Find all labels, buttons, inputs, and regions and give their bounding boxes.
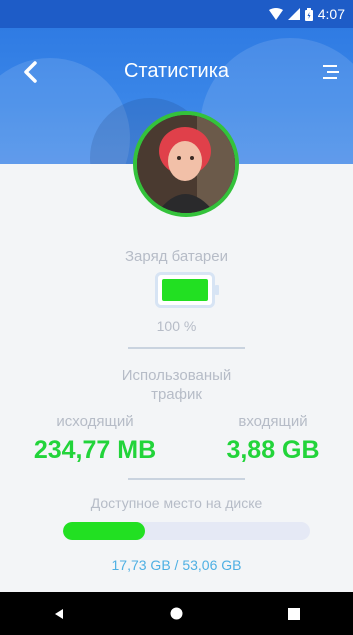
square-recents-icon (288, 607, 301, 620)
outgoing-traffic: исходящий 234,77 MB (30, 413, 160, 465)
divider (128, 478, 245, 480)
battery-indicator (155, 272, 219, 308)
incoming-label: входящий (238, 413, 308, 430)
status-bar: 4:07 (0, 0, 353, 28)
battery-nub (215, 285, 219, 295)
traffic-label: Использованый трафик (121, 367, 232, 403)
nav-recents-button[interactable] (274, 594, 314, 634)
battery-percent: 100 % (156, 318, 197, 334)
divider (128, 347, 245, 349)
nav-home-button[interactable] (156, 594, 196, 634)
disk-label: Доступное место на диске (90, 495, 263, 511)
menu-button[interactable] (319, 60, 343, 84)
incoming-value: 3,88 GB (226, 436, 320, 464)
menu-icon (323, 65, 339, 79)
page-title: Статистика (123, 60, 230, 82)
disk-progress-bar (63, 522, 310, 540)
battery-fill (162, 279, 208, 301)
triangle-back-icon (54, 608, 63, 619)
circle-home-icon (170, 607, 183, 620)
nav-back-button[interactable] (39, 594, 79, 634)
signal-icon (287, 8, 300, 20)
outgoing-value: 234,77 MB (33, 436, 157, 464)
status-icons: 4:07 (268, 6, 345, 22)
status-time: 4:07 (317, 6, 345, 22)
wifi-icon (268, 8, 283, 20)
incoming-traffic: входящий 3,88 GB (212, 413, 334, 465)
battery-status-icon (304, 7, 313, 21)
battery-label: Заряд батареи (125, 248, 228, 265)
outgoing-label: исходящий (56, 413, 134, 430)
disk-usage-text: 17,73 GB / 53,06 GB (111, 557, 242, 573)
disk-progress-fill (63, 522, 146, 540)
avatar (133, 111, 239, 217)
avatar-photo (137, 115, 235, 213)
navigation-bar (0, 592, 353, 635)
